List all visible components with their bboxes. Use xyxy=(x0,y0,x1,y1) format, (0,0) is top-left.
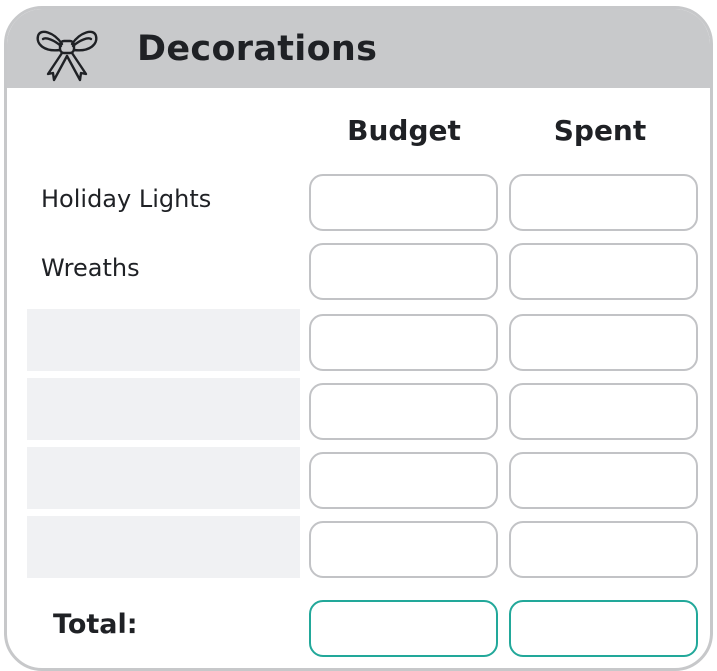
spent-input-row-5[interactable] xyxy=(509,452,698,509)
spent-input-row-3[interactable] xyxy=(509,314,698,371)
row-label-field-3[interactable] xyxy=(27,309,300,371)
budget-input-row-5[interactable] xyxy=(309,452,498,509)
row-label-field-6[interactable] xyxy=(27,516,300,578)
spent-column-header: Spent xyxy=(553,114,647,147)
row-label-field-5[interactable] xyxy=(27,447,300,509)
row-label-holiday-lights: Holiday Lights xyxy=(41,185,212,213)
card-header: Decorations xyxy=(7,9,710,88)
budget-input-row-4[interactable] xyxy=(309,383,498,440)
spent-input-row-1[interactable] xyxy=(509,174,698,231)
spent-input-row-6[interactable] xyxy=(509,521,698,578)
spent-input-row-4[interactable] xyxy=(509,383,698,440)
total-label: Total: xyxy=(53,609,138,640)
row-label-wreaths: Wreaths xyxy=(41,254,140,282)
budget-input-row-3[interactable] xyxy=(309,314,498,371)
total-budget-input[interactable] xyxy=(309,600,498,657)
budget-input-row-1[interactable] xyxy=(309,174,498,231)
budget-column-header: Budget xyxy=(347,114,461,147)
decorations-card: Decorations Budget Spent Holiday Lights … xyxy=(4,6,713,671)
budget-input-row-2[interactable] xyxy=(309,243,498,300)
spent-input-row-2[interactable] xyxy=(509,243,698,300)
bow-icon xyxy=(36,30,98,82)
page-title: Decorations xyxy=(137,29,378,69)
row-label-field-4[interactable] xyxy=(27,378,300,440)
budget-input-row-6[interactable] xyxy=(309,521,498,578)
total-spent-input[interactable] xyxy=(509,600,698,657)
